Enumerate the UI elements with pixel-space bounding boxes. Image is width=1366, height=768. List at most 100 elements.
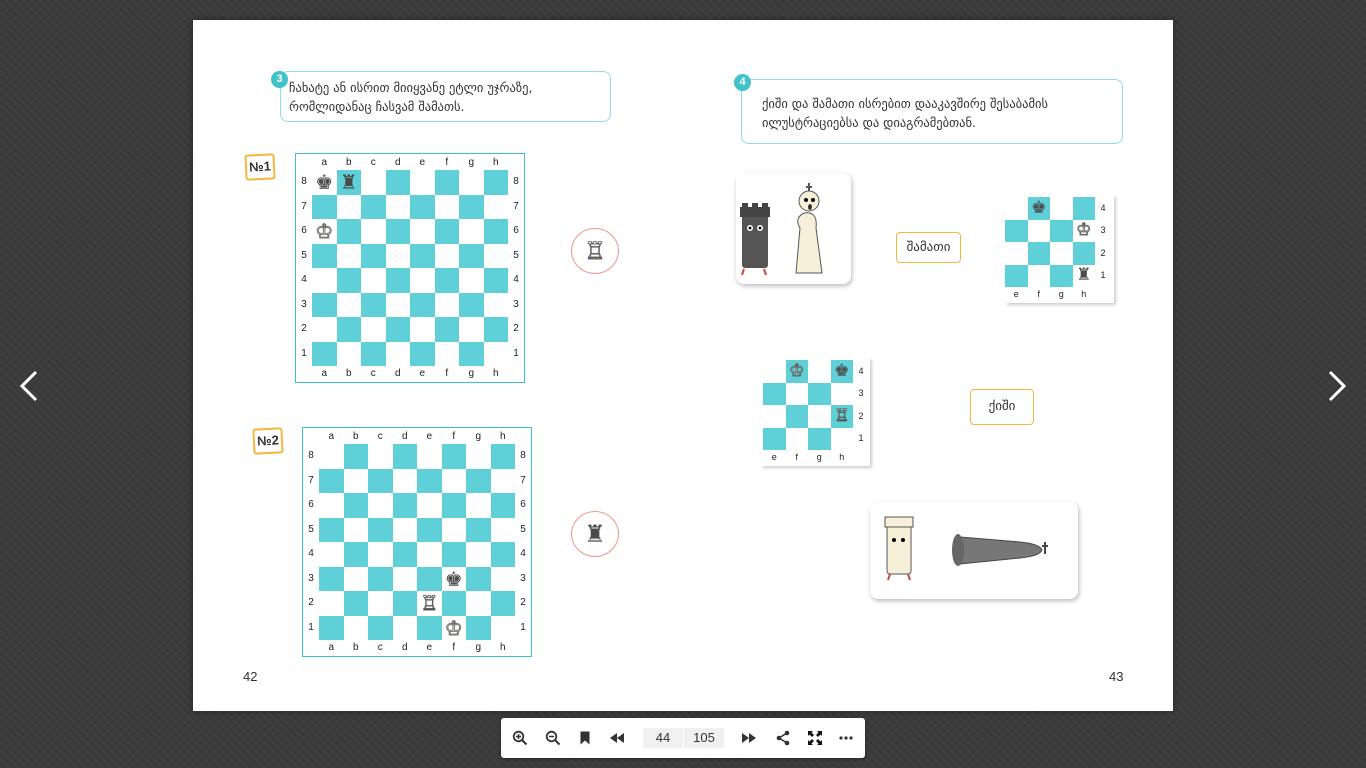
square-b6	[343, 493, 368, 518]
rank-label: 1	[513, 347, 519, 359]
file-label: a	[328, 642, 335, 653]
file-label: e	[771, 452, 777, 462]
prev-page-button[interactable]	[10, 366, 50, 406]
square-f7	[434, 194, 459, 219]
file-label: b	[345, 157, 352, 168]
file-label: a	[321, 157, 328, 168]
square-a3	[319, 566, 344, 591]
square-a4	[319, 542, 344, 567]
word-box-checkmate: შამათი	[896, 232, 961, 263]
rank-label: 3	[520, 572, 526, 584]
zoom-out-button[interactable]	[543, 728, 563, 748]
square-g2	[459, 317, 484, 342]
square-b4	[343, 542, 368, 567]
file-label: c	[370, 368, 376, 379]
square-d3	[385, 292, 410, 317]
rank-label: 4	[1100, 202, 1106, 213]
more-button[interactable]	[836, 728, 856, 748]
fullscreen-button[interactable]	[805, 728, 825, 748]
page-number-left: 42	[243, 669, 258, 684]
square-e5	[417, 517, 442, 542]
white-rook-and-fallen-black-king-illustration	[884, 516, 1048, 581]
file-label: f	[1037, 289, 1040, 299]
file-label: e	[1013, 289, 1019, 299]
square-h8	[490, 444, 515, 469]
square-f6	[434, 219, 459, 244]
square-g3	[808, 382, 831, 405]
bookmark-button[interactable]	[575, 728, 595, 748]
square-f1	[785, 427, 808, 450]
square-d1	[392, 615, 417, 640]
square-f7	[441, 468, 466, 493]
square-g5	[459, 243, 484, 268]
file-label: e	[419, 368, 426, 379]
file-label: d	[401, 642, 408, 653]
rank-label: 2	[513, 323, 519, 335]
square-e4	[1005, 197, 1028, 220]
current-page-input[interactable]: 44	[643, 728, 683, 748]
square-c5	[368, 517, 393, 542]
square-c8	[361, 170, 386, 195]
share-button[interactable]	[773, 728, 793, 748]
square-h3	[483, 292, 508, 317]
square-c1	[368, 615, 393, 640]
square-b4	[336, 268, 361, 293]
square-g6	[466, 493, 491, 518]
square-d2	[385, 317, 410, 342]
square-a8: ♚	[312, 170, 337, 195]
square-d5	[392, 517, 417, 542]
first-page-button[interactable]	[607, 728, 627, 748]
zoom-in-button[interactable]	[510, 728, 530, 748]
black-king-icon: ♚	[1031, 197, 1047, 218]
square-e3	[763, 382, 786, 405]
square-h4: ♚	[830, 360, 853, 383]
square-e1	[417, 615, 442, 640]
square-g5	[466, 517, 491, 542]
white-king-icon: ♔	[1076, 220, 1092, 241]
square-b7	[343, 468, 368, 493]
task-3-number: 3	[271, 71, 288, 88]
square-g8	[459, 170, 484, 195]
file-label: g	[468, 157, 475, 168]
square-d4	[385, 268, 410, 293]
board-1-answer-piece-circle: ♖	[571, 228, 619, 274]
last-page-button[interactable]	[739, 728, 759, 748]
square-b3	[343, 566, 368, 591]
square-e7	[417, 468, 442, 493]
share-icon	[776, 730, 790, 746]
rank-label: 5	[520, 523, 526, 535]
square-d6	[392, 493, 417, 518]
square-g3	[1050, 219, 1073, 242]
bookmark-icon	[580, 731, 590, 745]
square-c7	[368, 468, 393, 493]
chevron-right-icon	[1328, 370, 1347, 402]
square-c6	[368, 493, 393, 518]
chessboard-1: ♚ ♜ ♔ a b c d e f g h a b c d e f g h 8 7 6 5 4 3 2 1 8 7 6 5 4 3 2 1	[295, 153, 525, 383]
rank-label: 7	[301, 200, 307, 212]
rank-label: 7	[308, 474, 314, 486]
file-label: d	[394, 157, 401, 168]
black-rook-and-white-king-illustration	[740, 183, 823, 276]
square-c4	[368, 542, 393, 567]
square-f8	[434, 170, 459, 195]
word-box-check: ქიში	[970, 389, 1034, 425]
square-h2	[490, 591, 515, 616]
square-e4	[417, 542, 442, 567]
rank-label: 8	[513, 176, 519, 188]
square-f3: ♚	[441, 566, 466, 591]
file-label: h	[499, 431, 506, 442]
square-d2	[392, 591, 417, 616]
rank-label: 2	[301, 323, 307, 335]
rank-label: 4	[308, 548, 314, 560]
rank-label: 1	[301, 347, 307, 359]
fullscreen-icon	[808, 731, 822, 745]
square-b8	[343, 444, 368, 469]
square-b6	[336, 219, 361, 244]
rank-label: 1	[1100, 270, 1106, 281]
square-d1	[385, 341, 410, 366]
square-g7	[466, 468, 491, 493]
black-king-icon: ♚	[834, 360, 850, 381]
viewer-toolbar: 44 105	[501, 718, 865, 758]
next-page-button[interactable]	[1316, 366, 1356, 406]
square-a5	[312, 243, 337, 268]
